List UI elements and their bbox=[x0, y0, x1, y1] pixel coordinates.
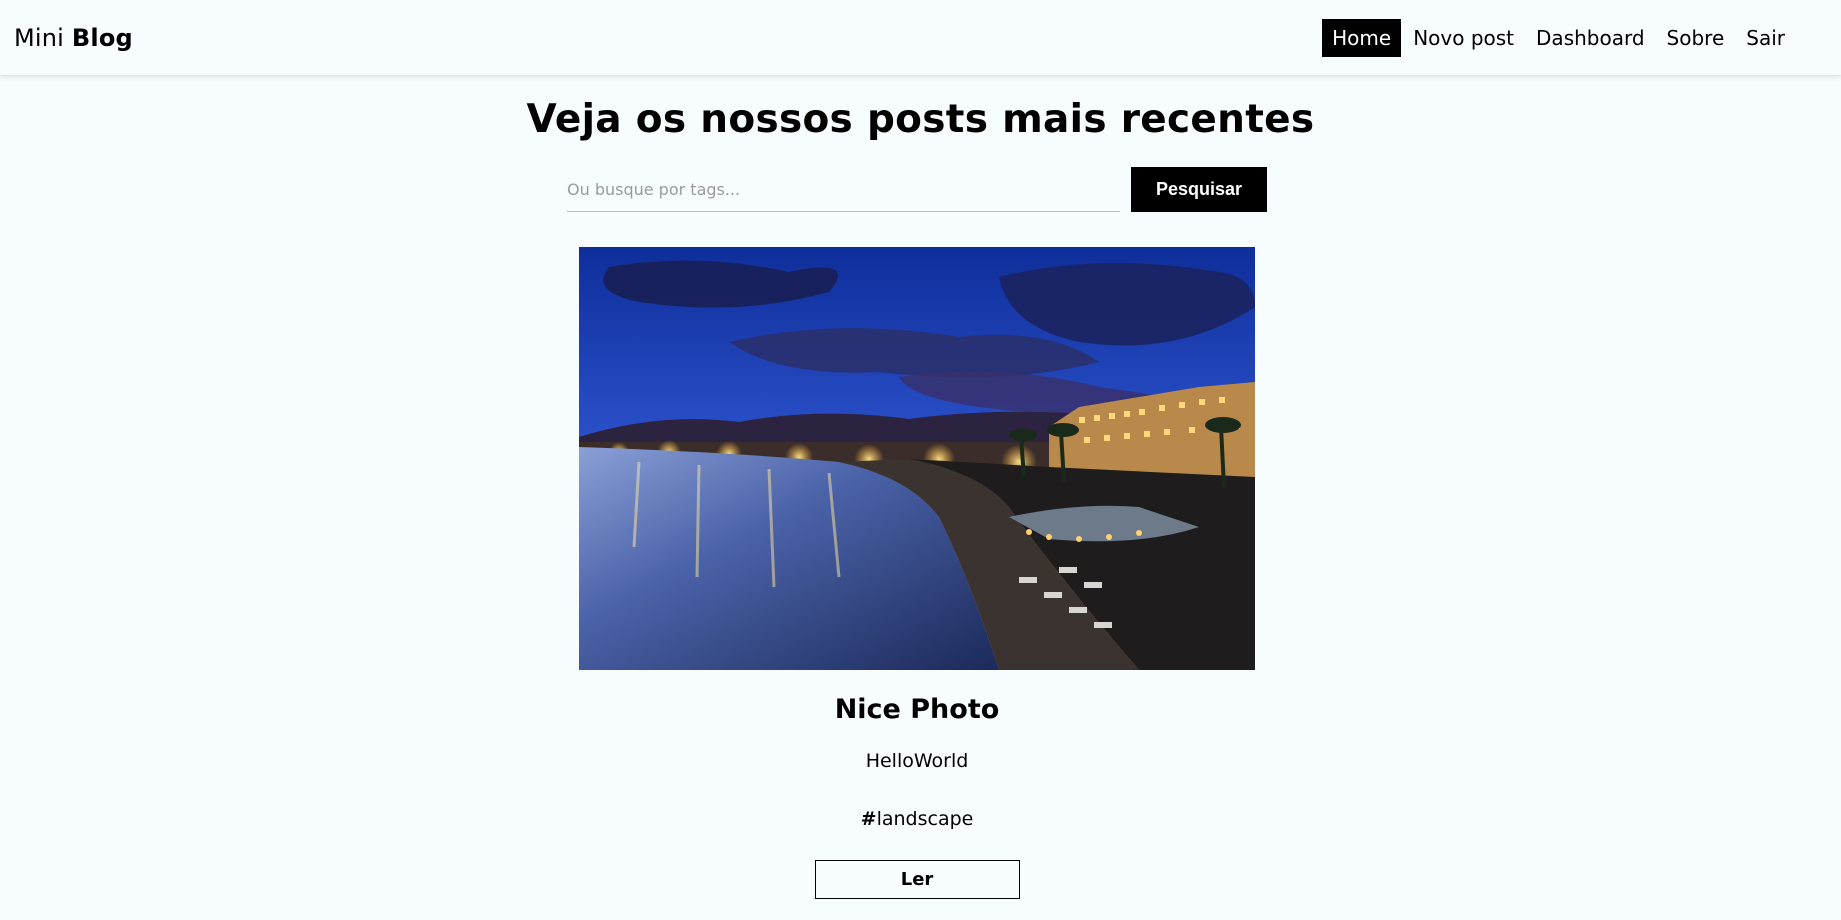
post-card: Nice Photo HelloWorld #landscape Ler bbox=[579, 247, 1255, 899]
post-title: Nice Photo bbox=[834, 694, 1000, 725]
logout-button[interactable]: Sair bbox=[1736, 19, 1795, 57]
brand-logo[interactable]: Mini Blog bbox=[14, 24, 133, 52]
search-form: Pesquisar bbox=[567, 167, 1267, 212]
brand-light: Mini bbox=[14, 23, 65, 52]
nav-about[interactable]: Sobre bbox=[1657, 19, 1735, 57]
nav-dashboard[interactable]: Dashboard bbox=[1526, 19, 1655, 57]
post-image bbox=[579, 247, 1255, 670]
tag-hash: # bbox=[860, 808, 877, 830]
search-input[interactable] bbox=[567, 167, 1120, 212]
search-button[interactable]: Pesquisar bbox=[1131, 167, 1267, 212]
nav-home[interactable]: Home bbox=[1322, 18, 1402, 57]
brand-bold: Blog bbox=[71, 23, 133, 52]
main-content: Veja os nossos posts mais recentes Pesqu… bbox=[0, 75, 1841, 920]
nav-links: Home Novo post Dashboard Sobre Sair bbox=[1320, 18, 1795, 57]
navbar: Mini Blog Home Novo post Dashboard Sobre… bbox=[0, 0, 1841, 75]
nav-new-post[interactable]: Novo post bbox=[1403, 19, 1524, 57]
read-post-button[interactable]: Ler bbox=[814, 860, 1020, 899]
tag-label: landscape bbox=[876, 808, 974, 830]
post-author: HelloWorld bbox=[865, 750, 969, 772]
page-title: Veja os nossos posts mais recentes bbox=[526, 97, 1315, 142]
post-tags: #landscape bbox=[579, 806, 1255, 832]
